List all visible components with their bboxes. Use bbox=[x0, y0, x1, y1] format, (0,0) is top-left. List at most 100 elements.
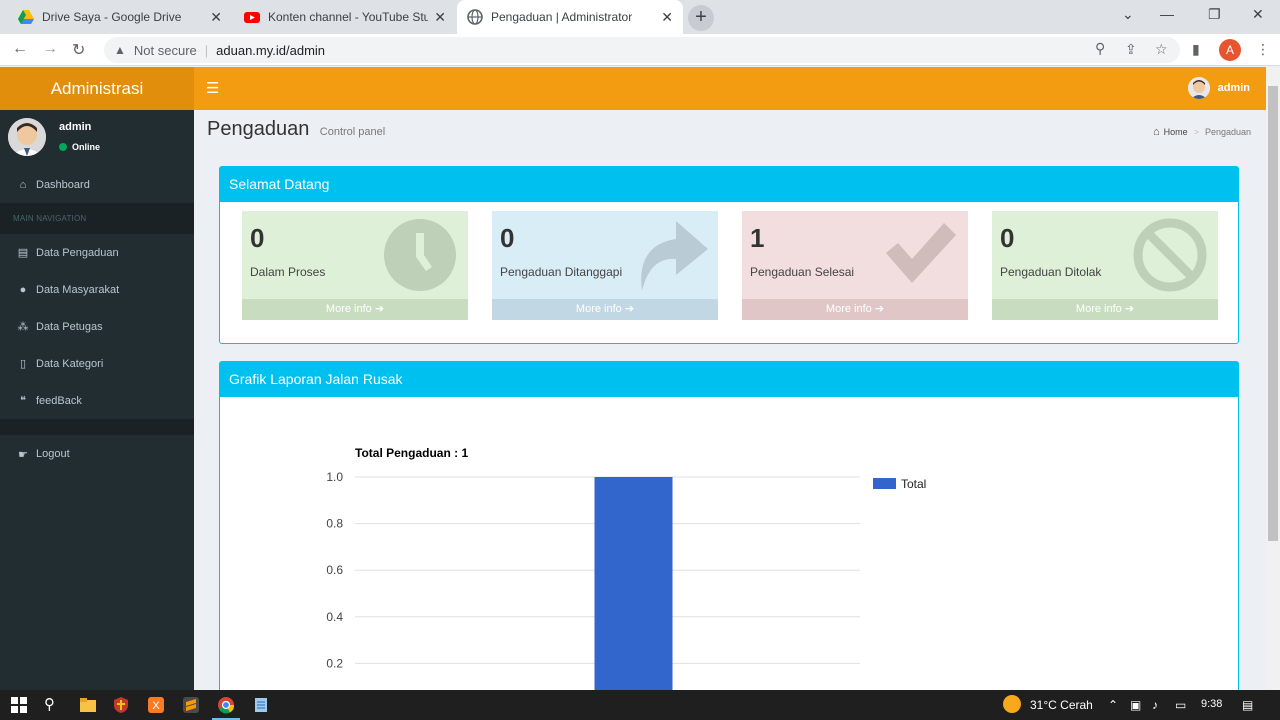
tile-value: 0 bbox=[1000, 223, 1015, 253]
network-icon[interactable]: ▭ bbox=[1175, 698, 1186, 712]
chart-title: Total Pengaduan : 1 bbox=[355, 446, 468, 460]
minimize-icon[interactable]: — bbox=[1160, 6, 1174, 22]
sidebar-item-data-pengaduan[interactable]: ▤ Data Pengaduan bbox=[0, 234, 194, 271]
content-header: Pengaduan Control panel bbox=[207, 118, 385, 141]
new-tab-button[interactable]: + bbox=[688, 5, 714, 31]
tab-pengaduan-admin[interactable]: Pengaduan | Administrator ✕ bbox=[457, 0, 683, 34]
globe-icon bbox=[467, 9, 483, 25]
sidebar-item-data-petugas[interactable]: ⁂ Data Petugas bbox=[0, 308, 194, 345]
brand-logo[interactable]: Administrasi bbox=[0, 67, 194, 110]
tile-dalam-proses: 0 Dalam Proses More info ➔ bbox=[242, 211, 468, 320]
tile-value: 0 bbox=[500, 223, 515, 253]
user-panel: admin Online bbox=[0, 110, 194, 166]
welcome-box: Selamat Datang 0 Dalam Proses More info … bbox=[219, 166, 1239, 344]
menu-dots-icon[interactable]: ⋮ bbox=[1256, 41, 1270, 58]
sidebar-header: MAIN NAVIGATION bbox=[0, 203, 194, 234]
sidebar-item-feedback[interactable]: ❝ feedBack bbox=[0, 382, 194, 419]
close-window-icon[interactable]: ✕ bbox=[1252, 6, 1264, 23]
sidebar-item-label: Data Kategori bbox=[36, 357, 104, 370]
legend-swatch bbox=[873, 478, 896, 489]
more-info-link[interactable]: More info ➔ bbox=[242, 299, 468, 320]
sidebar-item-label: feedBack bbox=[36, 394, 82, 407]
profile-avatar[interactable]: A bbox=[1219, 39, 1241, 61]
sidebar-item-data-kategori[interactable]: ▯ Data Kategori bbox=[0, 345, 194, 382]
ban-icon bbox=[1133, 218, 1207, 292]
weather-text[interactable]: 31°C Cerah bbox=[1030, 698, 1093, 712]
volume-icon[interactable]: ♪ bbox=[1152, 698, 1158, 712]
sidebar-item-data-masyarakat[interactable]: ● Data Masyarakat bbox=[0, 271, 194, 308]
notepad-icon[interactable] bbox=[252, 696, 270, 714]
tab-google-drive[interactable]: Drive Saya - Google Drive ✕ bbox=[8, 0, 232, 34]
avatar bbox=[8, 118, 46, 156]
tile-value: 1 bbox=[750, 223, 765, 253]
youtube-icon bbox=[244, 12, 260, 23]
close-tab-icon[interactable]: ✕ bbox=[661, 9, 673, 26]
breadcrumb: ⌂ Home > Pengaduan bbox=[1153, 126, 1251, 138]
sidebar-toggle-icon[interactable]: ☰ bbox=[206, 79, 219, 97]
zoom-icon[interactable]: ⚲ bbox=[1095, 40, 1105, 57]
meet-icon[interactable]: ▣ bbox=[1130, 698, 1141, 712]
google-drive-icon bbox=[18, 10, 34, 24]
weather-sun-icon[interactable] bbox=[1003, 695, 1021, 713]
svg-text:X: X bbox=[152, 700, 160, 712]
warning-icon[interactable]: ▲ bbox=[114, 43, 126, 57]
tab-label: Pengaduan | Administrator bbox=[491, 10, 633, 24]
sidebar-item-label: Dashboard bbox=[36, 178, 90, 191]
share-icon[interactable]: ⇪ bbox=[1125, 41, 1137, 58]
top-navbar: Administrasi ☰ admin bbox=[0, 67, 1266, 110]
file-explorer-icon[interactable] bbox=[79, 696, 97, 714]
forward-icon[interactable]: → bbox=[42, 40, 58, 58]
more-info-link[interactable]: More info ➔ bbox=[492, 299, 718, 320]
more-info-link[interactable]: More info ➔ bbox=[992, 299, 1218, 320]
sidebar-item-dashboard[interactable]: ⌂ Dashboard bbox=[0, 166, 194, 203]
sublime-text-icon[interactable] bbox=[182, 696, 200, 714]
sidebar-divider bbox=[0, 419, 194, 435]
scrollbar-thumb[interactable] bbox=[1268, 86, 1278, 541]
tab-youtube-studio[interactable]: Konten channel - YouTube Studio ✕ bbox=[234, 0, 456, 34]
chart-bar[interactable] bbox=[594, 477, 673, 697]
url-text: aduan.my.id/admin bbox=[216, 42, 326, 58]
restore-icon[interactable]: ❐ bbox=[1208, 6, 1221, 23]
table-icon: ▤ bbox=[17, 247, 29, 259]
back-icon[interactable]: ← bbox=[12, 40, 28, 58]
sidebar-item-label: Data Masyarakat bbox=[36, 283, 120, 296]
file-icon: ▯ bbox=[19, 358, 27, 370]
sidebar-item-label: Logout bbox=[36, 448, 70, 460]
tile-label: Pengaduan Ditanggapi bbox=[500, 265, 623, 279]
clock-icon bbox=[384, 219, 456, 291]
xampp-icon[interactable]: X bbox=[147, 696, 165, 714]
tray-expand-icon[interactable]: ⌃ bbox=[1108, 698, 1118, 712]
not-secure-label: Not secure bbox=[133, 42, 197, 58]
security-shield-icon[interactable] bbox=[112, 696, 130, 714]
user-menu[interactable]: admin bbox=[1187, 77, 1250, 99]
tab-search-icon[interactable]: ⌄ bbox=[1122, 6, 1134, 23]
url-input[interactable]: ▲ Not secure | aduan.my.id/admin bbox=[104, 37, 1180, 63]
side-panel-icon[interactable]: ▮ bbox=[1192, 41, 1200, 58]
y-tick-label: 0.4 bbox=[326, 610, 343, 624]
chrome-icon[interactable] bbox=[217, 696, 235, 714]
sidebar-item-label: Data Pengaduan bbox=[36, 246, 119, 259]
close-tab-icon[interactable]: ✕ bbox=[434, 9, 446, 26]
notifications-icon[interactable]: ▤ bbox=[1242, 698, 1253, 712]
breadcrumb-home-link[interactable]: Home bbox=[1164, 127, 1188, 137]
clock-time[interactable]: 9:38 bbox=[1201, 698, 1222, 710]
bookmark-star-icon[interactable]: ☆ bbox=[1155, 41, 1168, 58]
users-icon: ⁂ bbox=[17, 321, 29, 333]
home-icon: ⌂ bbox=[1153, 126, 1160, 138]
more-info-link[interactable]: More info ➔ bbox=[742, 299, 968, 320]
search-icon[interactable]: ⚲ bbox=[44, 695, 55, 713]
chart-box: Grafik Laporan Jalan Rusak Total Pengadu… bbox=[219, 361, 1239, 697]
user-name: admin bbox=[1217, 82, 1250, 94]
close-tab-icon[interactable]: ✕ bbox=[210, 9, 222, 26]
box-title: Selamat Datang bbox=[220, 167, 1238, 202]
page-title: Pengaduan bbox=[207, 118, 310, 140]
bar-chart: Total Pengaduan : 1 1.0 0.8 0.6 0.4 0.2 Tota… bbox=[326, 446, 926, 697]
tab-label: Drive Saya - Google Drive bbox=[42, 10, 182, 24]
tile-value: 0 bbox=[250, 223, 265, 253]
sidebar-item-logout[interactable]: ☛ Logout bbox=[0, 435, 194, 473]
windows-start-icon[interactable] bbox=[10, 696, 28, 714]
page-subtitle: Control panel bbox=[319, 126, 386, 138]
reload-icon[interactable]: ↻ bbox=[72, 40, 85, 60]
breadcrumb-current: Pengaduan bbox=[1204, 127, 1251, 137]
home-icon: ⌂ bbox=[19, 178, 27, 191]
